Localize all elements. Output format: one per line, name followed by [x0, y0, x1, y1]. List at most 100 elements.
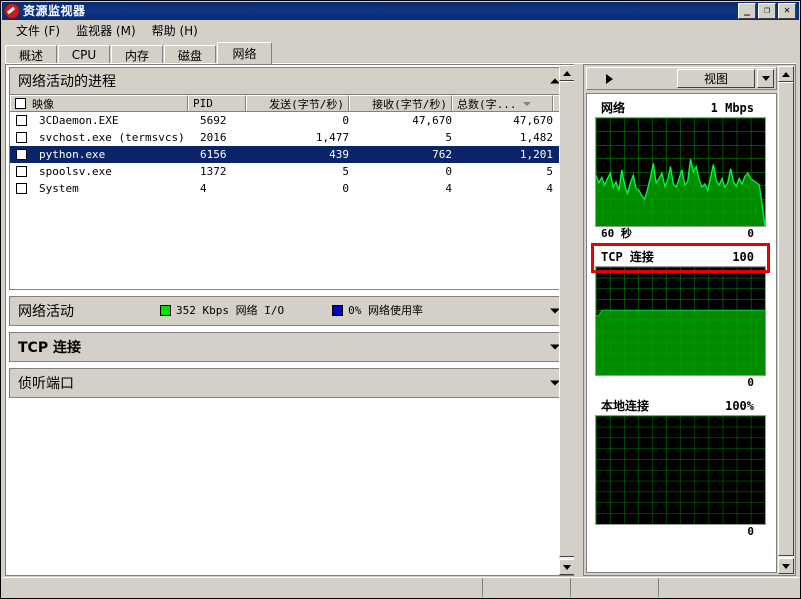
table-row-selected[interactable]: python.exe 6156 439 762 1,201 — [10, 146, 570, 163]
section-header-tcp-connections[interactable]: TCP 连接 — [10, 333, 570, 361]
column-header-received[interactable]: 接收(字节/秒) — [349, 95, 452, 111]
view-dropdown-button[interactable] — [757, 69, 774, 88]
chevron-up-icon — [563, 70, 571, 76]
column-header-image-label: 映像 — [32, 97, 54, 111]
cell-total: 4 — [546, 182, 553, 195]
chevron-down-icon — [563, 564, 571, 570]
section-tcp-connections: TCP 连接 — [9, 332, 571, 362]
graph-title-local: 本地连接 — [601, 399, 650, 413]
graph-title-network: 网络 — [601, 101, 626, 115]
section-header-network-processes[interactable]: 网络活动的进程 — [10, 68, 570, 94]
cell-image: python.exe — [39, 148, 106, 161]
title-bar: 资源监视器 _ ❐ ✕ — [2, 2, 799, 20]
network-activity-legend: 352 Kbps 网络 I/O 0% 网络使用率 — [160, 297, 471, 323]
legend-item-network-io: 352 Kbps 网络 I/O — [160, 302, 284, 318]
section-title-tcp-connections: TCP 连接 — [18, 340, 81, 356]
cell-pid: 6156 — [200, 148, 227, 161]
menu-item-help[interactable]: 帮助 (H) — [144, 20, 206, 41]
table-row[interactable]: spoolsv.exe 1372 5 0 5 — [10, 163, 570, 180]
column-header-sent-label: 发送(字节/秒) — [269, 97, 344, 111]
cell-image: spoolsv.exe — [39, 165, 112, 178]
close-button[interactable]: ✕ — [778, 3, 796, 19]
tab-overview[interactable]: 概述 — [5, 45, 57, 64]
column-header-image[interactable]: 映像 — [10, 95, 188, 111]
row-checkbox[interactable] — [16, 115, 27, 126]
window-title: 资源监视器 — [23, 4, 86, 18]
graph-caption-network: 网络 1 Mbps — [595, 99, 766, 117]
menu-item-file[interactable]: 文件 (F) — [8, 20, 68, 41]
graph-scale-network: 1 Mbps — [710, 101, 754, 115]
scroll-down-button[interactable] — [778, 558, 794, 574]
table-body: 3CDaemon.EXE 5692 0 47,670 47,670 svchos… — [10, 112, 570, 289]
graph-plot-tcp[interactable] — [595, 266, 766, 376]
cell-total: 1,201 — [519, 148, 553, 161]
minimize-button[interactable]: _ — [738, 3, 756, 19]
scroll-thumb[interactable] — [778, 82, 794, 556]
graph-toolbar: 视图 — [586, 67, 777, 90]
graph-x-right-network: 0 — [747, 227, 754, 240]
cell-sent: 0 — [342, 114, 349, 127]
cell-image: System — [39, 182, 79, 195]
column-header-pid[interactable]: PID — [188, 95, 246, 111]
tab-network[interactable]: 网络 — [217, 42, 272, 64]
menu-bar: 文件 (F) 监视器 (M) 帮助 (H) — [2, 20, 799, 40]
column-header-total[interactable]: 总数(字... — [452, 95, 553, 111]
graph-tcp-connections: TCP 连接 100 0 — [595, 248, 766, 389]
select-all-checkbox[interactable] — [15, 98, 26, 109]
expand-panel-button[interactable] — [587, 68, 631, 89]
column-header-sent[interactable]: 发送(字节/秒) — [246, 95, 349, 111]
row-checkbox[interactable] — [16, 132, 27, 143]
graph-plot-network[interactable] — [595, 117, 766, 227]
row-checkbox[interactable] — [16, 183, 27, 194]
section-title-network-activity: 网络活动 — [18, 304, 74, 320]
row-checkbox[interactable] — [16, 149, 27, 160]
maximize-button[interactable]: ❐ — [758, 3, 776, 19]
scroll-up-button[interactable] — [778, 66, 794, 82]
graph-x-right-tcp: 0 — [747, 376, 754, 389]
graph-caption-local: 本地连接 100% — [595, 397, 766, 415]
table-row[interactable]: svchost.exe (termsvcs) 2016 1,477 5 1,48… — [10, 129, 570, 146]
cell-received: 47,670 — [412, 114, 452, 127]
graph-plot-local[interactable] — [595, 415, 766, 525]
cell-total: 1,482 — [519, 131, 553, 144]
cell-total: 5 — [546, 165, 553, 178]
cell-sent: 0 — [342, 182, 349, 195]
section-network-activity: 网络活动 352 Kbps 网络 I/O 0% 网络使用率 — [9, 296, 571, 326]
column-header-received-label: 接收(字节/秒) — [372, 97, 447, 111]
graph-x-right-local: 0 — [747, 525, 754, 538]
scroll-track[interactable] — [559, 81, 574, 559]
cell-total: 47,670 — [513, 114, 553, 127]
tab-memory[interactable]: 内存 — [111, 45, 163, 64]
process-table: 映像 PID 发送(字节/秒) 接收(字节/秒) 总数(字... 3CDaemo… — [10, 94, 570, 289]
resource-monitor-icon — [4, 3, 20, 19]
tab-cpu[interactable]: CPU — [58, 45, 110, 64]
left-pane-scrollbar[interactable] — [559, 65, 574, 575]
cell-received: 0 — [445, 165, 452, 178]
table-row[interactable]: System 4 0 4 4 — [10, 180, 570, 197]
table-row[interactable]: 3CDaemon.EXE 5692 0 47,670 47,670 — [10, 112, 570, 129]
graph-caption-tcp: TCP 连接 100 — [595, 248, 766, 266]
row-checkbox[interactable] — [16, 166, 27, 177]
content-area: 网络活动的进程 映像 PID 发送(字节/秒) 接收(字节/秒) 总数(字...… — [5, 64, 796, 576]
menu-item-monitor[interactable]: 监视器 (M) — [68, 20, 144, 41]
close-icon: ✕ — [783, 5, 791, 16]
cell-pid: 2016 — [200, 131, 227, 144]
tab-disk[interactable]: 磁盘 — [164, 45, 216, 64]
legend-swatch-blue — [332, 304, 344, 316]
column-header-total-label: 总数(字... — [457, 97, 517, 111]
cell-image: svchost.exe (termsvcs) — [39, 131, 185, 144]
view-button[interactable]: 视图 — [677, 69, 755, 88]
status-cell-3 — [571, 578, 659, 597]
section-header-network-activity[interactable]: 网络活动 352 Kbps 网络 I/O 0% 网络使用率 — [10, 297, 570, 325]
section-header-listening-ports[interactable]: 侦听端口 — [10, 369, 570, 397]
right-pane-scrollbar[interactable] — [778, 66, 794, 574]
scroll-up-button[interactable] — [559, 65, 574, 81]
status-cell-2 — [483, 578, 571, 597]
graph-x-left-network: 60 秒 — [601, 227, 632, 240]
scroll-track[interactable] — [778, 82, 794, 558]
legend-label-network-utilization: 0% 网络使用率 — [348, 304, 423, 317]
legend-swatch-green — [160, 304, 171, 316]
scroll-thumb[interactable] — [559, 81, 574, 557]
cell-image: 3CDaemon.EXE — [39, 114, 119, 127]
scroll-down-button[interactable] — [559, 559, 574, 575]
